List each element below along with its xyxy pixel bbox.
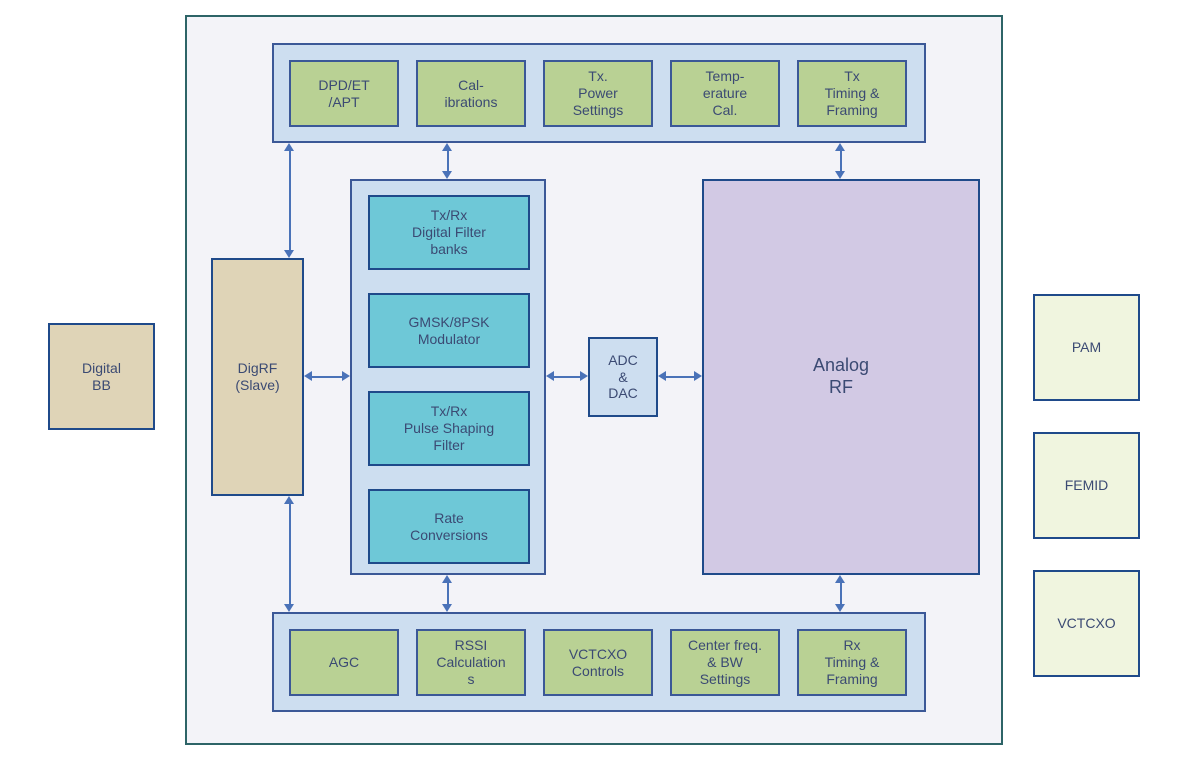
arrow-digrf-dsp-head-r [342,371,350,381]
arrow-analog-top [840,151,842,171]
arrow-analog-top-head-u [835,143,845,151]
label-adc-dac: ADC & DAC [608,352,638,402]
block-femid: FEMID [1033,432,1140,539]
arrow-dsp-top-head-u [442,143,452,151]
top-item-0: DPD/ET /APT [289,60,399,127]
top-item-2-label: Tx. Power Settings [573,68,624,118]
block-analog-rf: Analog RF [702,179,980,575]
arrow-adc-analog [666,376,694,378]
arrow-dsp-adc-head-l [546,371,554,381]
top-item-3-label: Temp- erature Cal. [703,68,747,118]
top-item-1-label: Cal- ibrations [445,77,498,111]
block-adc-dac: ADC & DAC [588,337,658,417]
arrow-analog-bottom [840,583,842,604]
arrow-dsp-adc-head-r [580,371,588,381]
arrow-analog-bottom-head-u [835,575,845,583]
block-pam: PAM [1033,294,1140,401]
arrow-dsp-top-head-d [442,171,452,179]
arrow-digrf-dsp-head-l [304,371,312,381]
label-vctcxo: VCTCXO [1057,615,1115,632]
label-analog-rf: Analog RF [813,355,869,398]
arrow-adc-analog-head-l [658,371,666,381]
diagram-stage: Digital BB DigRF (Slave) DPD/ET /APT Cal… [0,0,1177,760]
top-item-3: Temp- erature Cal. [670,60,780,127]
arrow-dsp-bottom-head-d [442,604,452,612]
arrow-digrf-top [289,151,291,250]
bottom-item-3-label: Center freq. & BW Settings [688,637,762,687]
dsp-item-3: Rate Conversions [368,489,530,564]
block-vctcxo: VCTCXO [1033,570,1140,677]
bottom-item-4-label: Rx Timing & Framing [825,637,880,687]
dsp-item-1-label: GMSK/8PSK Modulator [409,314,490,348]
arrow-digrf-top-head-d [284,250,294,258]
top-item-2: Tx. Power Settings [543,60,653,127]
label-pam: PAM [1072,339,1101,356]
arrow-digrf-dsp [312,376,342,378]
bottom-item-2-label: VCTCXO Controls [569,646,627,680]
arrow-dsp-bottom-head-u [442,575,452,583]
bottom-item-3: Center freq. & BW Settings [670,629,780,696]
label-femid: FEMID [1065,477,1109,494]
bottom-item-1-label: RSSI Calculation s [436,637,505,687]
top-item-0-label: DPD/ET /APT [318,77,369,111]
block-digital-bb: Digital BB [48,323,155,430]
bottom-item-1: RSSI Calculation s [416,629,526,696]
bottom-item-4: Rx Timing & Framing [797,629,907,696]
block-digrf-slave: DigRF (Slave) [211,258,304,496]
arrow-digrf-bottom [289,504,291,604]
arrow-dsp-top [447,151,449,171]
bottom-item-0: AGC [289,629,399,696]
arrow-analog-bottom-head-d [835,604,845,612]
arrow-dsp-adc [554,376,580,378]
dsp-item-1: GMSK/8PSK Modulator [368,293,530,368]
top-item-4-label: Tx Timing & Framing [825,68,880,118]
label-digital-bb: Digital BB [82,360,121,394]
dsp-item-0: Tx/Rx Digital Filter banks [368,195,530,270]
arrow-analog-top-head-d [835,171,845,179]
arrow-digrf-bottom-head-u [284,496,294,504]
dsp-item-0-label: Tx/Rx Digital Filter banks [412,207,486,257]
label-digrf-slave: DigRF (Slave) [235,360,279,394]
arrow-adc-analog-head-r [694,371,702,381]
bottom-item-2: VCTCXO Controls [543,629,653,696]
dsp-item-2: Tx/Rx Pulse Shaping Filter [368,391,530,466]
arrow-digrf-top-head-u [284,143,294,151]
bottom-item-0-label: AGC [329,654,359,671]
top-item-1: Cal- ibrations [416,60,526,127]
dsp-item-2-label: Tx/Rx Pulse Shaping Filter [404,403,494,453]
dsp-item-3-label: Rate Conversions [410,510,488,544]
top-item-4: Tx Timing & Framing [797,60,907,127]
arrow-digrf-bottom-head-d [284,604,294,612]
arrow-dsp-bottom [447,583,449,604]
